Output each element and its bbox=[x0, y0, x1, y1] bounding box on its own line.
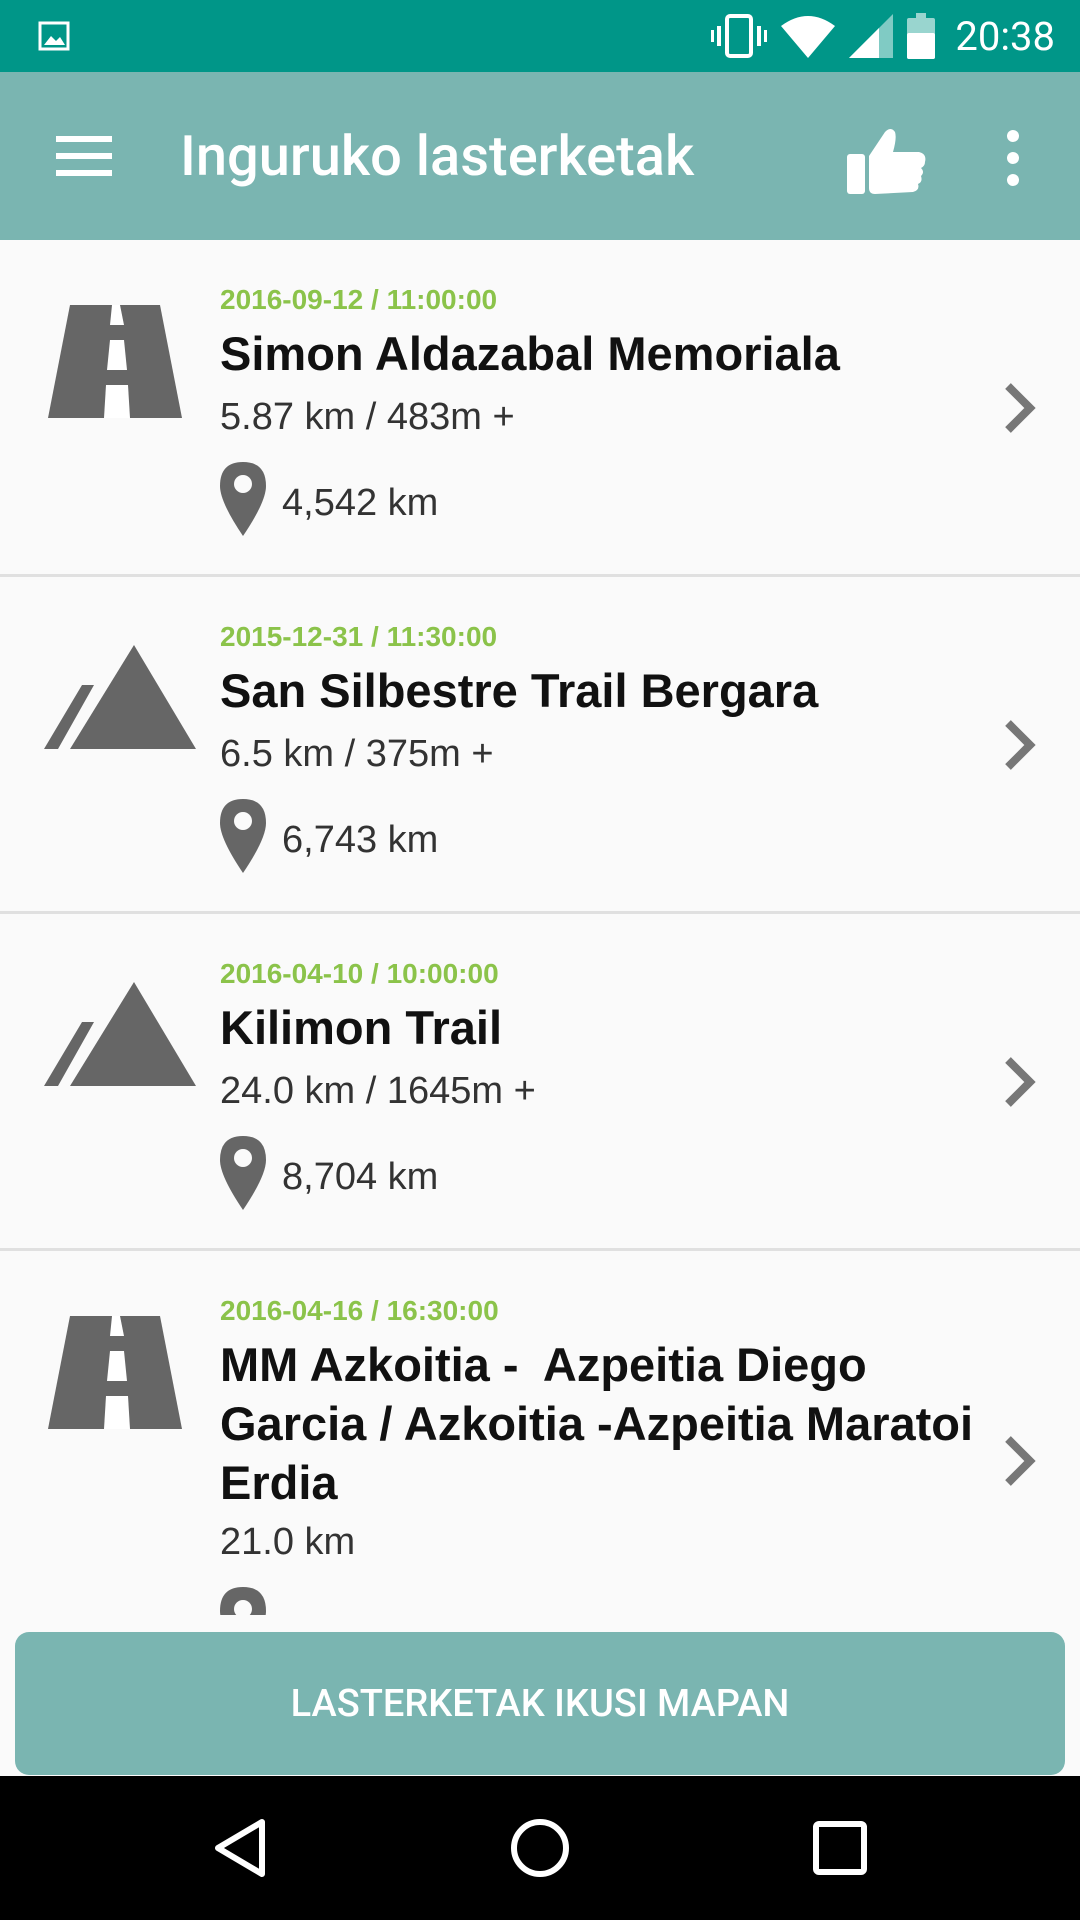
race-distance-away: 6,743 km bbox=[282, 819, 439, 861]
race-list: 2016-09-12 / 11:00:00 Simon Aldazabal Me… bbox=[0, 240, 1080, 1615]
race-distance: 6.5 km / 375m + bbox=[220, 733, 494, 775]
cell-signal-icon bbox=[849, 14, 894, 58]
race-distance-away: 4,542 km bbox=[282, 482, 439, 524]
race-name-line: Garcia / Azkoitia -Azpeitia Maratoi bbox=[220, 1397, 974, 1450]
race-distance: 24.0 km / 1645m + bbox=[220, 1070, 536, 1112]
chevron-right-icon bbox=[1005, 1057, 1036, 1107]
race-name: Kilimon Trail bbox=[220, 1001, 503, 1054]
race-name: MM Azkoitia - Azpeitia Diego Garcia / Az… bbox=[220, 1335, 1020, 1512]
recents-icon[interactable] bbox=[804, 1812, 876, 1884]
app-bar: Inguruko lasterketak bbox=[0, 72, 1080, 240]
race-row[interactable]: 2016-09-12 / 11:00:00 Simon Aldazabal Me… bbox=[0, 240, 1080, 577]
page-title: Inguruko lasterketak bbox=[180, 123, 695, 189]
race-row[interactable]: 2015-12-31 / 11:30:00 San Silbestre Trai… bbox=[0, 577, 1080, 914]
location-pin-icon bbox=[220, 1136, 266, 1210]
race-name-line: MM Azkoitia - Azpeitia Diego bbox=[220, 1338, 867, 1391]
race-name: Simon Aldazabal Memoriala bbox=[220, 327, 840, 380]
mountain-icon bbox=[44, 645, 196, 749]
home-icon[interactable] bbox=[504, 1812, 576, 1884]
more-vert-icon[interactable] bbox=[1000, 128, 1026, 188]
location-pin-icon bbox=[220, 462, 266, 536]
race-date: 2016-04-10 / 10:00:00 bbox=[220, 958, 499, 989]
vibrate-icon bbox=[711, 14, 768, 58]
race-row[interactable]: 2016-04-16 / 16:30:00 MM Azkoitia - Azpe… bbox=[0, 1251, 1080, 1615]
chevron-right-icon bbox=[1005, 1436, 1036, 1486]
location-pin-icon bbox=[220, 1587, 266, 1615]
status-bar: 20:38 bbox=[0, 0, 1080, 72]
race-row[interactable]: 2016-04-10 / 10:00:00 Kilimon Trail 24.0… bbox=[0, 914, 1080, 1251]
clock: 20:38 bbox=[955, 12, 1055, 60]
mountain-icon bbox=[44, 982, 196, 1086]
back-icon[interactable] bbox=[204, 1812, 276, 1884]
wifi-icon bbox=[781, 16, 836, 58]
location-pin-icon bbox=[220, 799, 266, 873]
race-date: 2016-04-16 / 16:30:00 bbox=[220, 1295, 499, 1326]
race-date: 2015-12-31 / 11:30:00 bbox=[220, 621, 498, 652]
chevron-right-icon bbox=[1005, 720, 1036, 770]
road-icon bbox=[48, 1316, 182, 1429]
race-distance: 5.87 km / 483m + bbox=[220, 396, 515, 438]
race-name-line: Erdia bbox=[220, 1456, 338, 1509]
battery-icon bbox=[907, 13, 936, 59]
menu-icon[interactable] bbox=[56, 134, 112, 178]
gallery-notification-icon bbox=[38, 21, 70, 51]
race-date: 2016-09-12 / 11:00:00 bbox=[220, 284, 498, 315]
chevron-right-icon bbox=[1005, 383, 1036, 433]
view-races-on-map-button[interactable]: LASTERKETAK IKUSI MAPAN bbox=[15, 1632, 1065, 1775]
thumbs-up-icon[interactable] bbox=[845, 126, 927, 196]
race-distance: 21.0 km bbox=[220, 1521, 356, 1563]
race-name: San Silbestre Trail Bergara bbox=[220, 664, 819, 717]
race-distance-away: 8,704 km bbox=[282, 1156, 439, 1198]
navigation-bar bbox=[0, 1776, 1080, 1920]
road-icon bbox=[48, 305, 182, 418]
